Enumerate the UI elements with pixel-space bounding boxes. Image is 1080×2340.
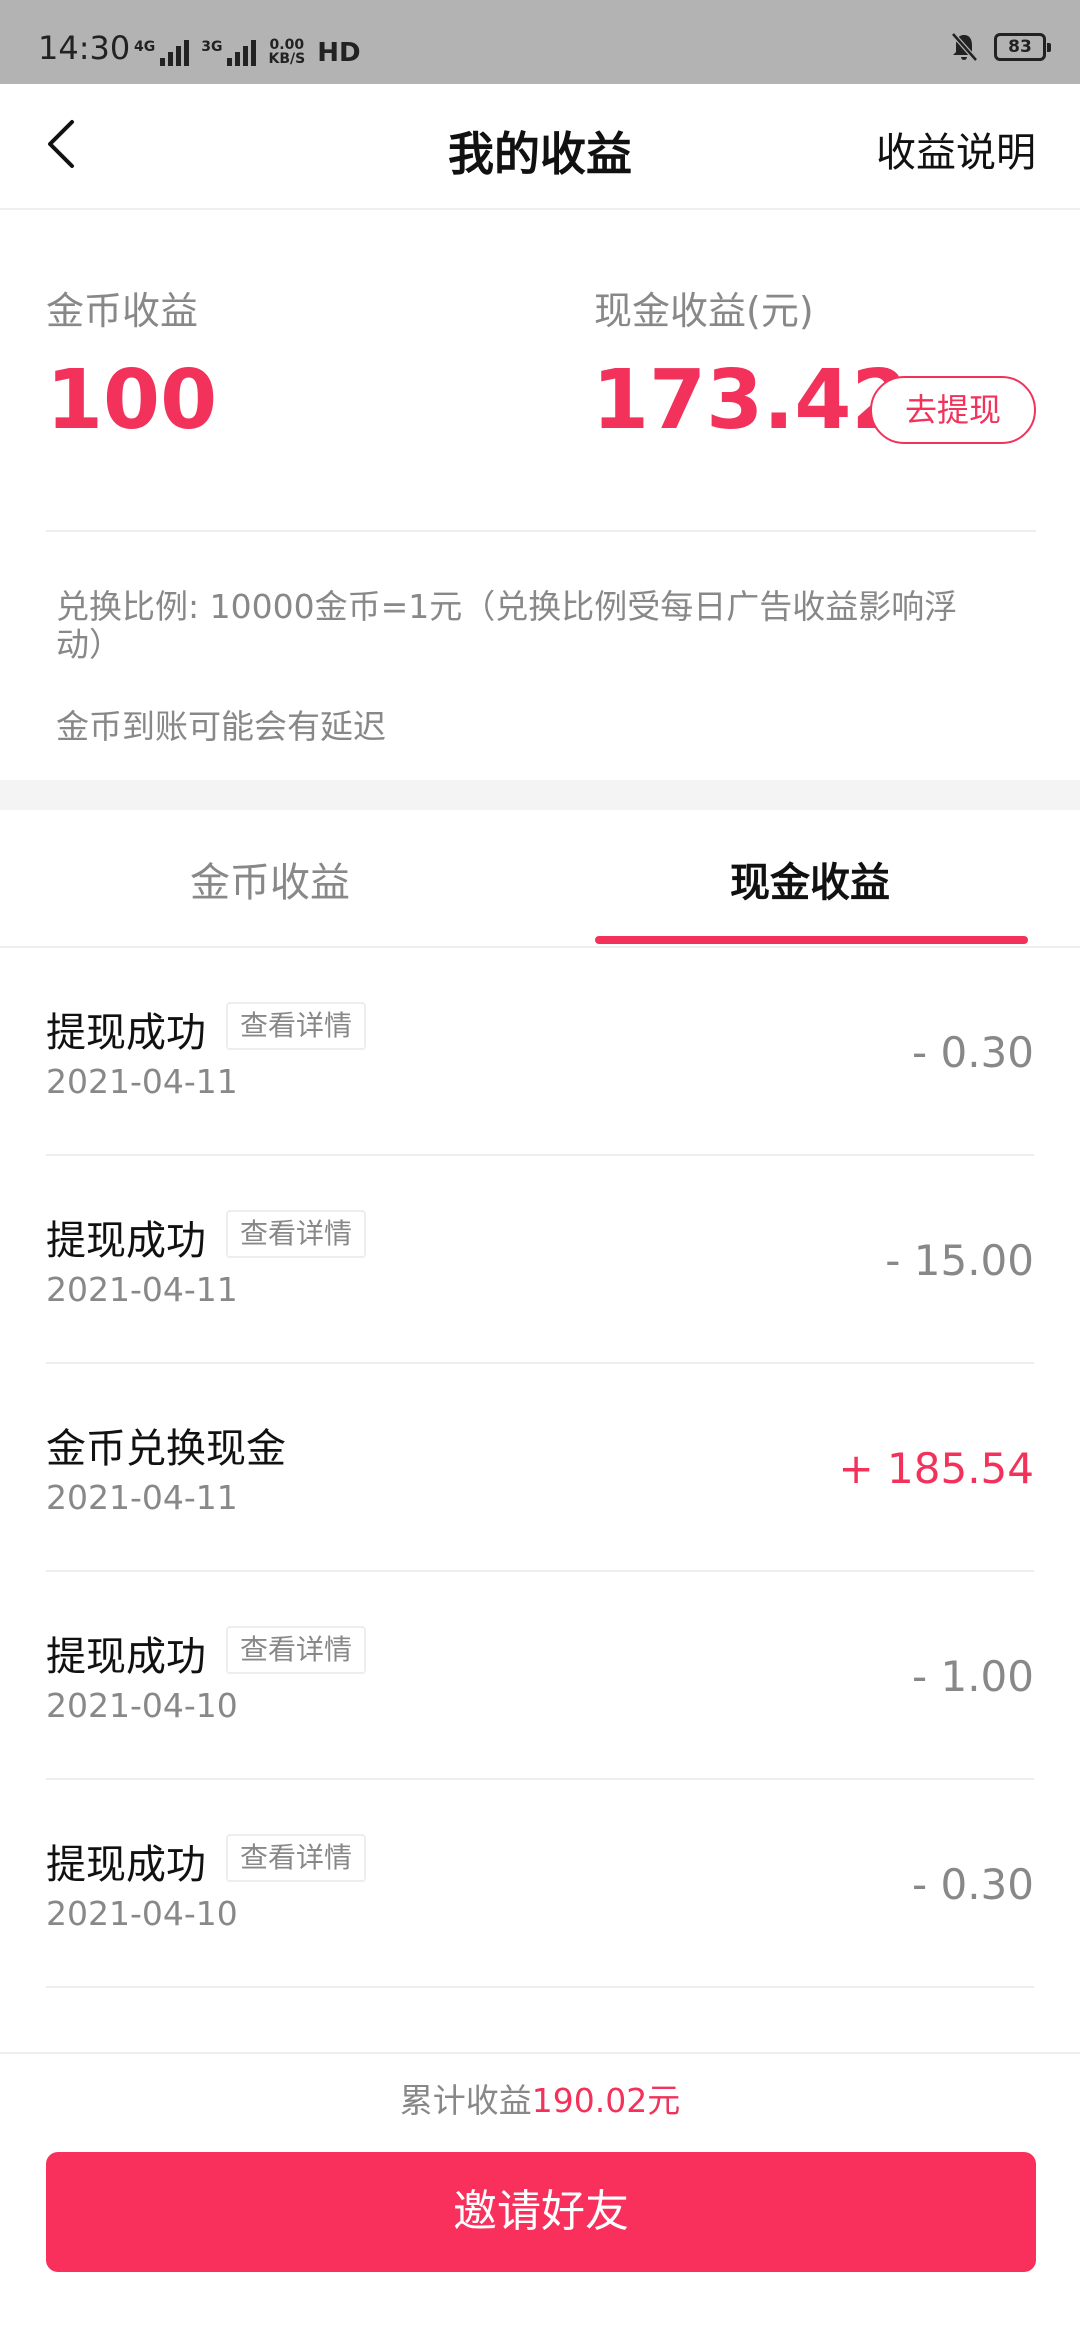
cash-earnings-label: 现金收益(元) — [594, 289, 814, 333]
list-item: 提现成功 查看详情 2021-04-11 - 15.00 — [46, 1156, 1034, 1364]
status-bar: 14:30 4G 3G 0.00 KB/S HD 83 — [0, 0, 1080, 84]
coin-earnings-label: 金币收益 — [46, 289, 199, 333]
nav-header: 我的收益 收益说明 — [0, 84, 1080, 210]
battery-icon: 83 — [994, 33, 1051, 61]
list-item: 提现成功 查看详情 2021-04-10 - 0.30 — [46, 1780, 1034, 1988]
bottom-bar: 累计收益190.02元 邀请好友 — [0, 2052, 1080, 2340]
record-title: 提现成功 — [46, 1634, 206, 1680]
exchange-rate-note: 兑换比例: 10000金币=1元（兑换比例受每日广告收益影响浮动） — [56, 587, 958, 664]
network-speed: 0.00 KB/S — [268, 37, 306, 67]
summary-divider — [46, 530, 1036, 532]
earnings-tabs: 金币收益 现金收益 — [0, 810, 1080, 948]
tab-cash-earnings[interactable]: 现金收益 — [540, 850, 1080, 908]
record-amount: + 185.54 — [838, 1444, 1034, 1493]
list-item: 提现成功 查看详情 2021-04-10 - 1.00 — [46, 1572, 1034, 1780]
record-title: 提现成功 — [46, 1842, 206, 1888]
my-earnings-screen: 14:30 4G 3G 0.00 KB/S HD 83 我的收益 收益说明 金币… — [0, 0, 1080, 2340]
active-tab-indicator — [595, 936, 1028, 944]
status-time: 14:30 — [38, 29, 131, 67]
hd-indicator: HD — [317, 38, 361, 68]
tab-coin-earnings[interactable]: 金币收益 — [0, 850, 540, 908]
record-date: 2021-04-10 — [46, 1686, 238, 1725]
earnings-summary: 金币收益 100 现金收益(元) 173.42 去提现 兑换比例: 10000金… — [0, 210, 1080, 780]
record-date: 2021-04-10 — [46, 1894, 238, 1933]
record-date: 2021-04-11 — [46, 1478, 238, 1517]
invite-friends-button[interactable]: 邀请好友 — [46, 2152, 1036, 2272]
coin-earnings-value: 100 — [46, 353, 218, 448]
record-amount: - 15.00 — [885, 1236, 1034, 1285]
section-gap — [0, 780, 1080, 810]
cash-earnings-value: 173.42 — [592, 353, 909, 448]
list-item: 金币兑换现金 2021-04-11 + 185.54 — [46, 1364, 1034, 1572]
total-earnings-label: 累计收益 — [399, 2081, 532, 2120]
signal-2-icon: 3G — [201, 40, 257, 66]
status-right: 83 — [950, 32, 1051, 62]
record-amount: - 0.30 — [911, 1860, 1034, 1909]
view-details-button[interactable]: 查看详情 — [226, 1210, 367, 1258]
signal-indicators: 4G 3G 0.00 KB/S HD — [134, 34, 361, 66]
record-title: 金币兑换现金 — [46, 1426, 286, 1472]
withdraw-button[interactable]: 去提现 — [870, 376, 1036, 444]
record-date: 2021-04-11 — [46, 1062, 238, 1101]
cash-records-list: 提现成功 查看详情 2021-04-11 - 0.30 提现成功 查看详情 20… — [0, 948, 1080, 2068]
delay-note: 金币到账可能会有延迟 — [56, 707, 386, 746]
record-date: 2021-04-11 — [46, 1270, 238, 1309]
record-title: 提现成功 — [46, 1010, 206, 1056]
total-earnings: 累计收益190.02元 — [0, 2074, 1080, 2122]
record-amount: - 0.30 — [911, 1028, 1034, 1077]
view-details-button[interactable]: 查看详情 — [226, 1834, 367, 1882]
signal-1-icon: 4G — [134, 40, 190, 66]
view-details-button[interactable]: 查看详情 — [226, 1626, 367, 1674]
view-details-button[interactable]: 查看详情 — [226, 1002, 367, 1050]
record-title: 提现成功 — [46, 1218, 206, 1264]
earnings-info-link[interactable]: 收益说明 — [876, 120, 1036, 178]
total-earnings-value: 190.02元 — [531, 2081, 681, 2120]
record-amount: - 1.00 — [911, 1652, 1034, 1701]
list-item: 提现成功 查看详情 2021-04-11 - 0.30 — [46, 948, 1034, 1156]
bell-muted-icon — [951, 32, 978, 62]
